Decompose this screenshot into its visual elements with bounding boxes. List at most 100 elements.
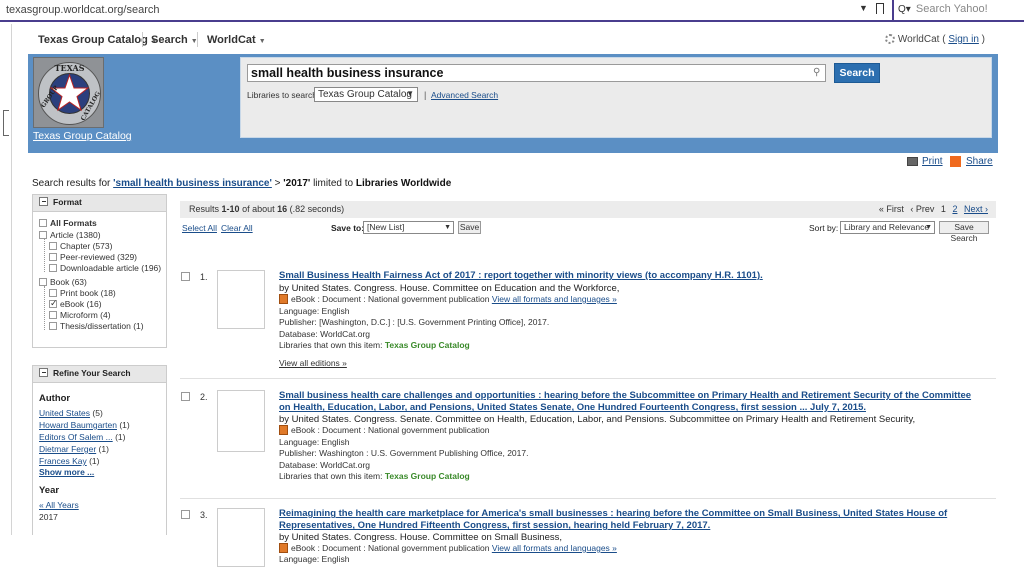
record-author: by United States. Congress. House. Commi… <box>279 532 563 543</box>
browser-search-box[interactable]: Q▾ Search Yahoo! <box>892 0 1024 22</box>
search-input[interactable] <box>247 64 826 82</box>
facet-ebook[interactable]: eBook (16) <box>49 298 102 309</box>
prev-page[interactable]: ‹ Prev <box>910 204 934 214</box>
all-years-link[interactable]: « All Years <box>39 500 79 510</box>
facet-label: Print book (18) <box>60 288 116 298</box>
record-title-link[interactable]: Small Business Health Fairness Act of 20… <box>279 270 979 282</box>
checkbox-checked[interactable] <box>49 298 58 309</box>
libraries-selected: Texas Group Catalog <box>318 89 412 100</box>
clear-all-link[interactable]: Clear All <box>221 223 253 233</box>
facet-peer-reviewed[interactable]: Peer-reviewed (329) <box>49 252 137 262</box>
record-thumbnail[interactable] <box>217 508 265 567</box>
pagination: « First ‹ Prev 1 2 Next › <box>879 204 988 214</box>
checkbox[interactable] <box>49 311 57 319</box>
record-author: by United States. Congress. Senate. Comm… <box>279 414 916 425</box>
refine-header[interactable]: Refine Your Search <box>33 366 166 383</box>
bookmark-icon[interactable] <box>876 3 884 14</box>
chevron-down-icon: ▼ <box>406 89 414 98</box>
checkbox[interactable] <box>49 242 57 250</box>
print-link[interactable]: Print <box>922 156 943 167</box>
share-link[interactable]: Share <box>966 156 993 167</box>
ebook-icon <box>279 294 288 304</box>
search-panel: ⚲ Search Libraries to search Texas Group… <box>240 57 992 138</box>
checkbox[interactable] <box>39 219 47 227</box>
facet-downloadable-article[interactable]: Downloadable article (196) <box>49 263 161 273</box>
catalog-header: TEXAS GROUP CATALOG Texas Group Catalog … <box>28 54 998 153</box>
catalog-name-link[interactable]: Texas Group Catalog <box>33 130 132 142</box>
facet-article[interactable]: Article (1380) <box>39 230 101 240</box>
select-all-link[interactable]: Select All <box>182 223 217 233</box>
checkbox[interactable] <box>49 322 57 330</box>
tree-line <box>44 239 45 272</box>
address-bar[interactable]: texasgroup.worldcat.org/search <box>0 1 888 21</box>
record-title-link[interactable]: Reimagining the health care marketplace … <box>279 508 979 532</box>
record-checkbox[interactable] <box>181 272 190 281</box>
author-item: Howard Baumgarten (1) <box>39 420 130 430</box>
author-count: (1) <box>89 456 100 466</box>
printer-icon[interactable] <box>907 157 918 166</box>
nav-texas-group-catalog[interactable]: Texas Group Catalog ▼ <box>38 34 158 46</box>
author-link[interactable]: United States <box>39 408 90 418</box>
record-checkbox[interactable] <box>181 392 190 401</box>
checkbox[interactable] <box>49 253 57 261</box>
catalog-logo[interactable]: TEXAS GROUP CATALOG <box>33 57 104 128</box>
nav-divider <box>142 32 143 47</box>
record-checkbox[interactable] <box>181 510 190 519</box>
query-link[interactable]: 'small health business insurance' <box>113 178 272 189</box>
view-all-formats-link[interactable]: View all formats and languages » <box>492 294 617 304</box>
worldcat-label: WorldCat <box>897 34 940 45</box>
advanced-search-link[interactable]: Advanced Search <box>431 90 498 100</box>
nav-worldcat[interactable]: WorldCat ▼ <box>207 34 266 46</box>
facet-label: Article (1380) <box>50 230 101 240</box>
facet-label: Downloadable article (196) <box>60 263 162 273</box>
author-link[interactable]: Editors Of Salem ... <box>39 432 113 442</box>
record-thumbnail[interactable] <box>217 390 265 452</box>
libraries-select[interactable]: Texas Group Catalog ▼ <box>314 87 418 102</box>
checkbox[interactable] <box>49 289 57 297</box>
checkbox[interactable] <box>39 278 47 286</box>
record-type-text: eBook : Document : National government p… <box>291 294 490 304</box>
share-icon[interactable] <box>950 156 961 167</box>
record-type-text: eBook : Document : National government p… <box>291 425 490 435</box>
sort-select[interactable]: Library and Relevance ▼ <box>840 221 935 234</box>
libraries-label: Libraries that own this item: <box>279 340 383 350</box>
nav-search[interactable]: Search ▼ <box>151 34 198 46</box>
facet-book[interactable]: Book (63) <box>39 277 87 287</box>
author-link[interactable]: Frances Kay <box>39 456 87 466</box>
record-number: 3. <box>200 510 208 520</box>
record-title-link[interactable]: Small business health care challenges an… <box>279 390 979 414</box>
view-all-editions-link[interactable]: View all editions » <box>279 358 347 368</box>
record-divider <box>180 498 996 499</box>
page-2-link[interactable]: 2 <box>952 204 957 214</box>
facet-microform[interactable]: Microform (4) <box>49 310 111 320</box>
facet-print-book[interactable]: Print book (18) <box>49 288 116 298</box>
show-more-link[interactable]: Show more ... <box>39 467 94 477</box>
facet-thesis[interactable]: Thesis/dissertation (1) <box>49 321 144 331</box>
save-button[interactable]: Save <box>458 221 481 234</box>
svg-text:TEXAS: TEXAS <box>55 63 85 73</box>
record-thumbnail[interactable] <box>217 270 265 329</box>
url-dropdown-icon[interactable]: ▼ <box>859 3 868 13</box>
facet-all-formats[interactable]: All Formats <box>39 218 97 228</box>
search-button[interactable]: Search <box>834 63 880 83</box>
next-page-link[interactable]: Next › <box>964 204 988 214</box>
sign-in-link[interactable]: Sign in <box>948 34 979 45</box>
author-count: (5) <box>92 408 103 418</box>
format-facet-header[interactable]: Format <box>33 195 166 212</box>
record-language: Language: English <box>279 554 350 564</box>
author-link[interactable]: Howard Baumgarten <box>39 420 117 430</box>
sort-label: Sort by: <box>809 223 839 233</box>
year-value: 2017 <box>39 512 58 522</box>
view-all-formats-link[interactable]: View all formats and languages » <box>492 543 617 553</box>
author-heading: Author <box>39 393 71 404</box>
checkbox[interactable] <box>49 264 57 272</box>
author-link[interactable]: Dietmar Ferger <box>39 444 96 454</box>
browser-search-placeholder: Search Yahoo! <box>915 3 988 15</box>
first-page[interactable]: « First <box>879 204 904 214</box>
facet-chapter[interactable]: Chapter (573) <box>49 241 112 251</box>
save-to-select[interactable]: [New List] ▼ <box>363 221 454 234</box>
record-number: 2. <box>200 392 208 402</box>
nav-label: Texas Group Catalog <box>38 34 148 46</box>
save-search-button[interactable]: Save Search <box>939 221 989 243</box>
checkbox[interactable] <box>39 231 47 239</box>
